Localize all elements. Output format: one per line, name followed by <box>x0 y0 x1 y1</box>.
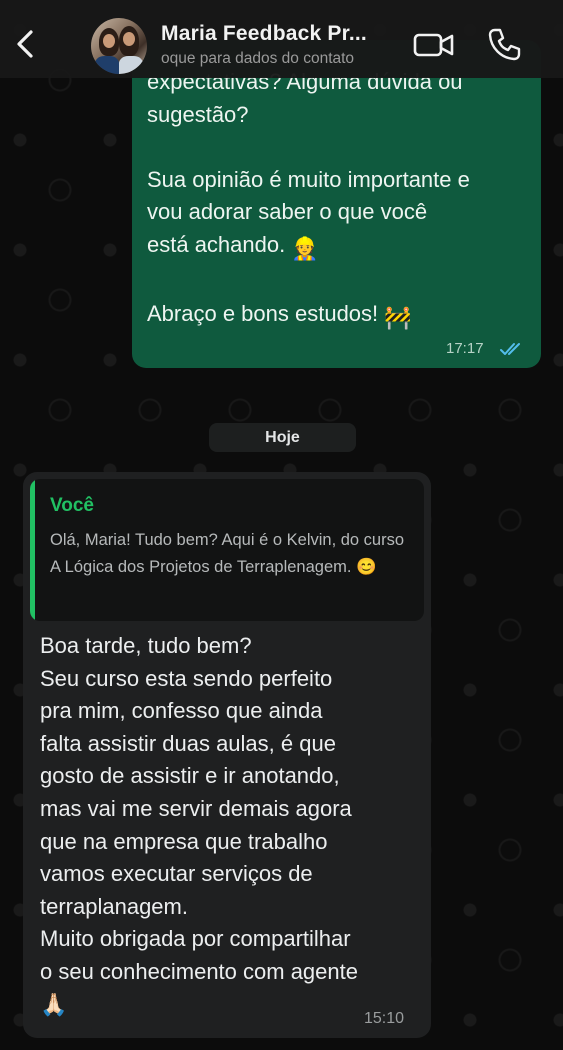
outgoing-timestamp: 17:17 <box>446 340 484 357</box>
quote-author: Você <box>50 495 95 516</box>
message-line: Muito obrigada por compartilhar <box>40 926 351 952</box>
message-line: pra mim, confesso que ainda <box>40 698 323 724</box>
construction-sign-emoji: 🚧 <box>384 304 412 330</box>
chat-header: Maria Feedback Pr... oque para dados do … <box>0 0 563 78</box>
video-call-icon <box>413 33 454 57</box>
incoming-message-text: Boa tarde, tudo bem? Seu curso esta send… <box>40 630 425 1021</box>
message-line: Seu curso esta sendo perfeito <box>40 665 333 691</box>
back-button[interactable] <box>8 24 42 64</box>
video-call-button[interactable] <box>413 30 455 60</box>
contact-info-hint[interactable]: oque para dados do contato <box>161 50 354 68</box>
phone-icon <box>488 28 521 61</box>
read-receipt-icon <box>500 343 520 355</box>
construction-worker-emoji: 👷 <box>291 235 319 261</box>
message-line: Abraço e bons estudos! <box>147 300 379 326</box>
voice-call-button[interactable] <box>486 26 522 62</box>
incoming-timestamp: 15:10 <box>364 1010 405 1027</box>
quote-accent-bar <box>30 479 35 621</box>
contact-avatar[interactable] <box>91 18 147 74</box>
message-line: que na empresa que trabalho <box>40 828 328 854</box>
message-line: Sua opinião é muito importante e <box>147 166 470 192</box>
message-line: sugestão? <box>147 101 249 127</box>
message-line: está achando. <box>147 231 286 257</box>
message-line: Boa tarde, tudo bem? <box>40 633 252 658</box>
message-line: o seu conhecimento com agente <box>40 958 358 984</box>
message-line: terraplanagem. <box>40 893 188 919</box>
date-divider: Hoje <box>209 423 356 452</box>
contact-name[interactable]: Maria Feedback Pr... <box>161 22 367 46</box>
quoted-message[interactable]: Você Olá, Maria! Tudo bem? Aqui é o Kelv… <box>30 479 424 621</box>
message-line: mas vai me servir demais agora <box>40 795 352 821</box>
chevron-left-icon <box>17 30 33 58</box>
message-line: vamos executar serviços de <box>40 861 313 887</box>
outgoing-message-text: expectativas? Alguma dúvida ou sugestão?… <box>147 66 537 334</box>
message-line: gosto de assistir e ir anotando, <box>40 763 340 789</box>
message-line: vou adorar saber o que você <box>147 199 428 224</box>
quote-text: Olá, Maria! Tudo bem? Aqui é o Kelvin, d… <box>50 531 405 576</box>
message-line: falta assistir duas aulas, é que <box>40 730 336 756</box>
